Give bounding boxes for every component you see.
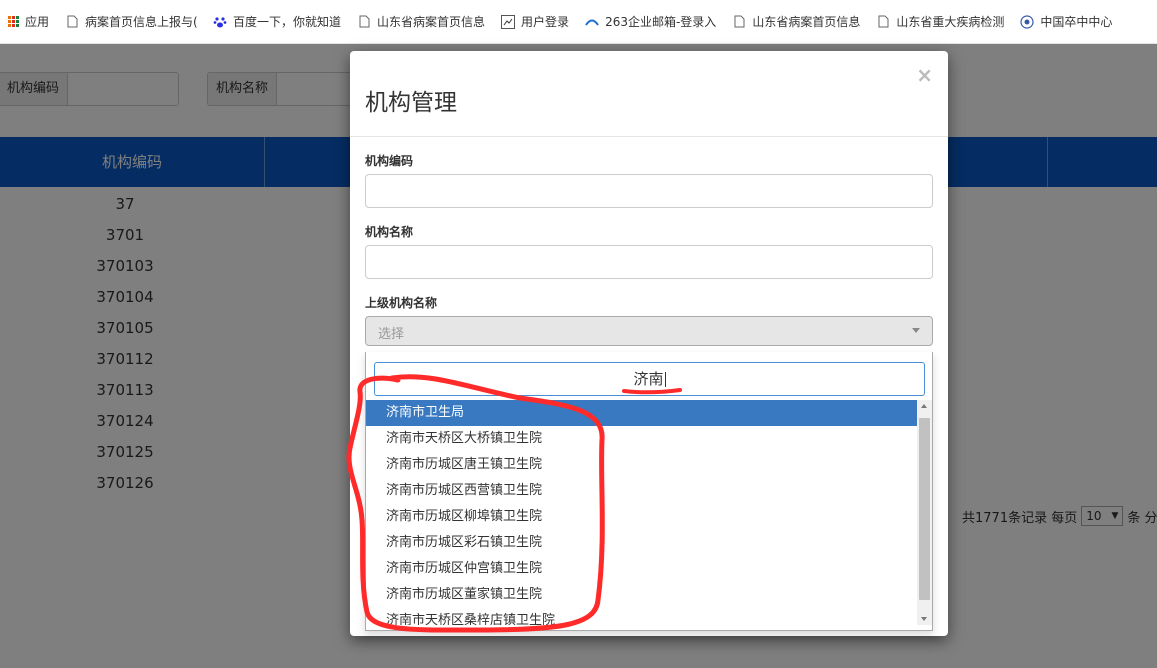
baidu-paw-icon bbox=[213, 15, 227, 29]
org-name-label: 机构名称 bbox=[365, 225, 414, 239]
org-name-input[interactable] bbox=[365, 245, 933, 279]
bookmark-label: 病案首页信息上报与( bbox=[85, 15, 198, 29]
bookmark-label: 中国卒中中心 bbox=[1040, 15, 1113, 29]
parent-org-label: 上级机构名称 bbox=[365, 296, 438, 310]
bookmark-item[interactable]: 用户登录 bbox=[493, 8, 577, 36]
bookmark-item[interactable]: 山东省病案首页信息 bbox=[349, 8, 493, 36]
dropdown-scrollbar[interactable] bbox=[917, 400, 932, 625]
page-icon bbox=[65, 15, 79, 29]
bookmark-label: 百度一下，你就知道 bbox=[233, 15, 342, 29]
scroll-up-arrow-icon[interactable] bbox=[921, 404, 927, 408]
scroll-down-arrow-icon[interactable] bbox=[921, 617, 927, 621]
bookmark-label: 263企业邮箱-登录入 bbox=[605, 15, 717, 29]
scrollbar-thumb[interactable] bbox=[919, 418, 930, 600]
page-icon bbox=[357, 15, 371, 29]
bookmark-item[interactable]: 山东省病案首页信息 bbox=[724, 8, 868, 36]
dropdown-option[interactable]: 济南市历城区唐王镇卫生院 bbox=[366, 452, 918, 478]
parent-org-placeholder: 选择 bbox=[378, 327, 405, 342]
bookmarks-bar: 应用 病案首页信息上报与( 百度一下，你就知道 山东省病案首页信息 用户登录 2… bbox=[0, 0, 1157, 44]
dropdown-option[interactable]: 济南市历城区董家镇卫生院 bbox=[366, 582, 918, 608]
modal-header: 机构管理 × bbox=[350, 51, 948, 137]
dropdown-options: 济南市卫生局 济南市天桥区大桥镇卫生院 济南市历城区唐王镇卫生院 济南市历城区西… bbox=[366, 400, 918, 625]
apps-icon bbox=[8, 16, 19, 27]
search-value: 济南 bbox=[633, 370, 664, 388]
bookmark-label: 用户登录 bbox=[521, 15, 570, 29]
dropdown-option[interactable]: 济南市历城区西营镇卫生院 bbox=[366, 478, 918, 504]
page-icon bbox=[732, 15, 746, 29]
modal-title: 机构管理 bbox=[365, 90, 457, 116]
dropdown-search-input[interactable]: 济南 bbox=[374, 362, 925, 396]
dropdown-option[interactable]: 济南市历城区仲宫镇卫生院 bbox=[366, 556, 918, 582]
text-cursor bbox=[664, 372, 666, 387]
bookmark-item[interactable]: 263企业邮箱-登录入 bbox=[577, 8, 724, 36]
page-icon bbox=[876, 15, 890, 29]
org-code-label: 机构编码 bbox=[365, 154, 414, 168]
dropdown-option[interactable]: 济南市历城区柳埠镇卫生院 bbox=[366, 504, 918, 530]
parent-org-dropdown: 济南 济南市卫生局 济南市天桥区大桥镇卫生院 济南市历城区唐王镇卫生院 济南市历… bbox=[365, 352, 933, 631]
user-login-icon bbox=[501, 14, 516, 29]
bookmark-item[interactable]: 病案首页信息上报与( bbox=[57, 8, 205, 36]
parent-org-select[interactable]: 选择 bbox=[365, 316, 933, 346]
caret-down-icon bbox=[912, 328, 920, 333]
bookmark-label: 山东省病案首页信息 bbox=[752, 15, 861, 29]
mail-263-icon bbox=[585, 15, 599, 29]
close-icon[interactable]: × bbox=[916, 63, 933, 87]
bookmark-label: 山东省重大疾病检测 bbox=[896, 15, 1005, 29]
globe-icon bbox=[1020, 14, 1034, 29]
dropdown-option[interactable]: 济南市天桥区桑梓店镇卫生院 bbox=[366, 608, 918, 625]
bookmark-item[interactable]: 中国卒中中心 bbox=[1012, 8, 1120, 36]
dropdown-option[interactable]: 济南市天桥区大桥镇卫生院 bbox=[366, 426, 918, 452]
bookmark-item[interactable]: 百度一下，你就知道 bbox=[205, 8, 349, 36]
bookmark-label: 应用 bbox=[25, 15, 50, 29]
bookmark-item[interactable]: 山东省重大疾病检测 bbox=[868, 8, 1012, 36]
dropdown-option[interactable]: 济南市历城区彩石镇卫生院 bbox=[366, 530, 918, 556]
org-code-input[interactable] bbox=[365, 174, 933, 208]
bookmark-label: 山东省病案首页信息 bbox=[377, 15, 486, 29]
dropdown-option[interactable]: 济南市卫生局 bbox=[366, 400, 918, 426]
bookmark-apps[interactable]: 应用 bbox=[0, 8, 57, 36]
